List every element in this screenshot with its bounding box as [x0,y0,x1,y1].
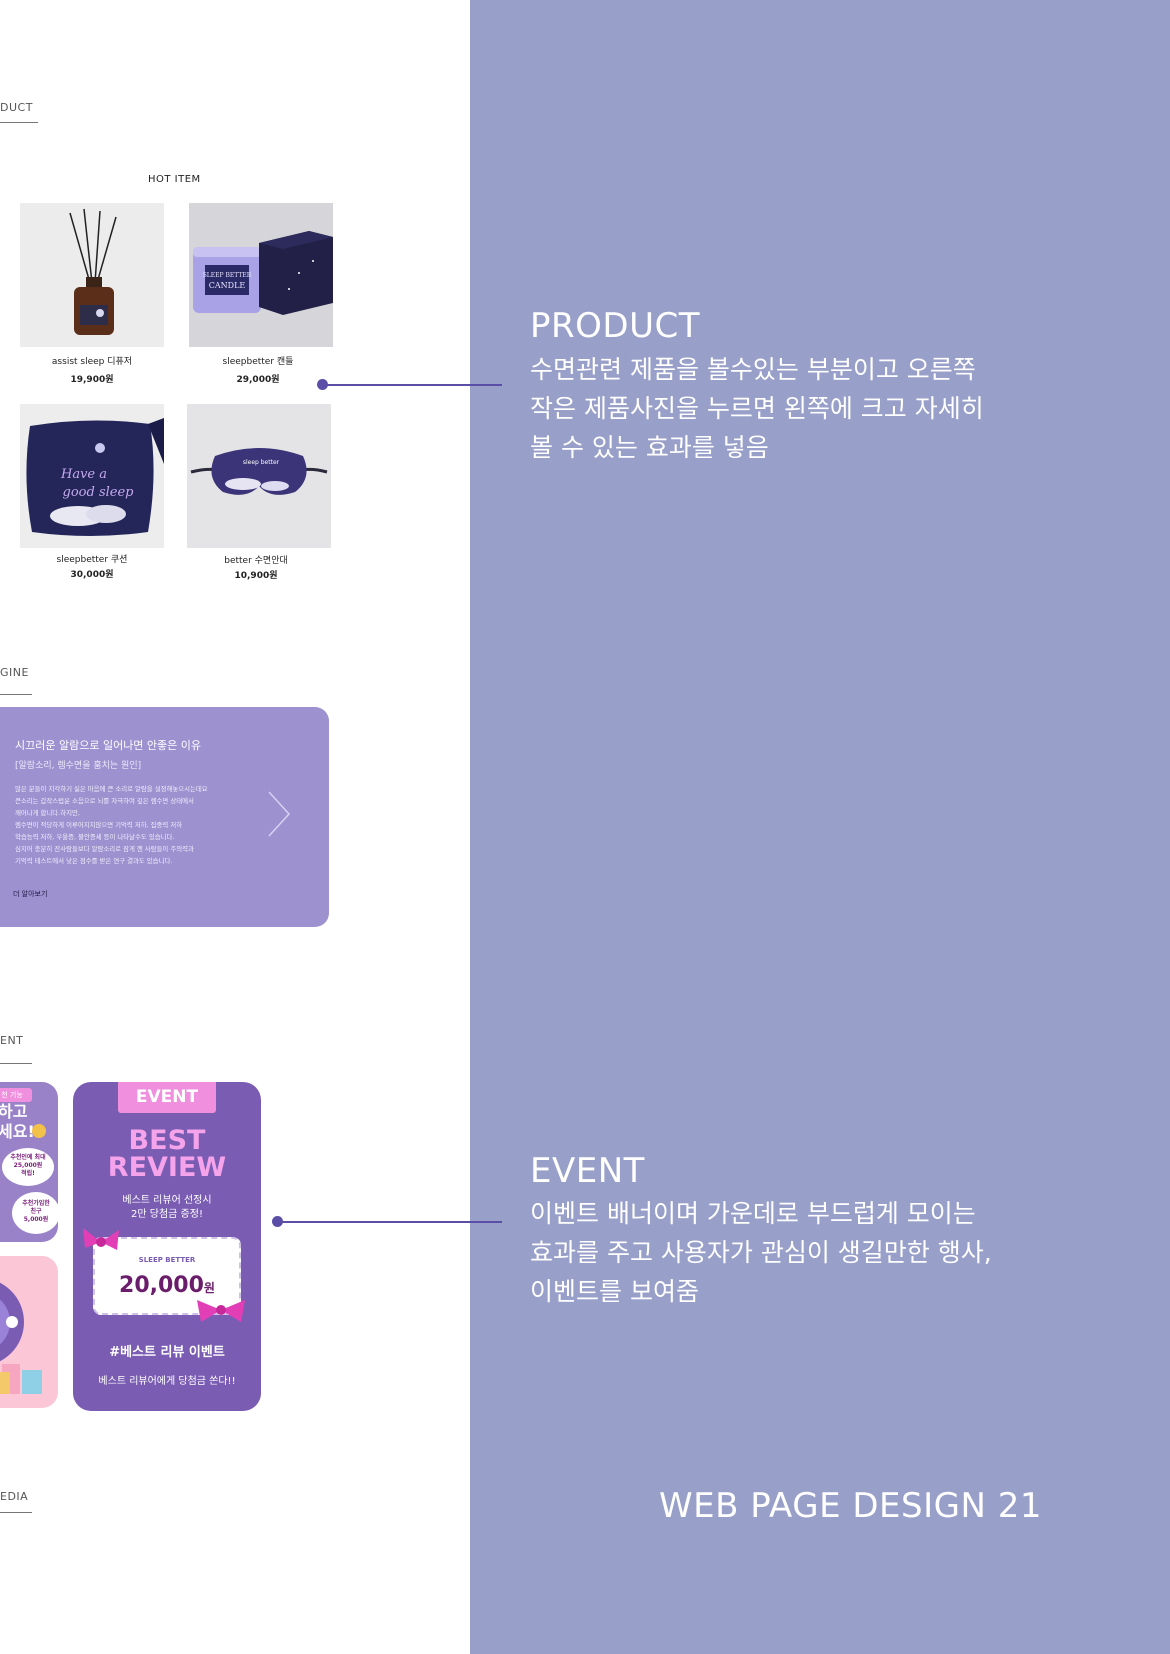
section-divider [0,1512,32,1513]
section-label-media: EDIA [0,1490,29,1503]
product-image-cushion[interactable]: Have a good sleep [20,404,164,548]
ribbon-icon [83,1228,119,1250]
section-label-event: ENT [0,1034,24,1047]
read-more-link[interactable]: 더 알아보기 [13,889,47,899]
product-description: 수면관련 제품을 볼수있는 부분이고 오른쪽 작은 제품사진을 누르면 왼쪽에 … [530,355,984,462]
magazine-card[interactable]: 시끄러운 알람으로 일어나면 안좋은 이유 [알람소리, 렘수면을 훔치는 원인… [0,707,329,927]
product-image-diffuser[interactable] [20,203,164,347]
event-hashtag: #베스트 리뷰 이벤트 [109,1345,225,1360]
roulette-illustration [0,1282,42,1394]
product-name[interactable]: better 수면안대 [176,553,336,566]
product-price: 29,000원 [236,375,280,385]
diffuser-illustration [69,208,117,335]
annotation-panel [470,0,1170,1654]
product-name[interactable]: assist sleep 디퓨저 [12,354,172,367]
event-footer: 베스트 리뷰어에게 당첨금 쏜다!! [98,1376,236,1387]
best-review-headline: BEST REVIEW [107,1125,227,1183]
magazine-body: 많은 분들이 지각하기 싫은 마음에 큰 소리로 알람을 설정해놓으시는데요 큰… [15,785,208,865]
event-banner-referral[interactable]: 천 기능 하고 세요! 추천인에 최대 25,000원 적립! 추천가입한 친구… [0,1082,58,1242]
sleep-mask-illustration: sleep better [190,448,328,495]
section-divider [0,694,32,695]
product-price: 19,900원 [70,375,114,385]
hot-item-title: HOT ITEM [148,174,201,185]
svg-text:CANDLE: CANDLE [209,281,246,290]
ribbon-icon [197,1300,245,1322]
product-heading: PRODUCT [530,306,700,346]
connector-line [323,384,502,386]
mask-brand: sleep better [243,459,280,466]
coupon-amount: 20,000원 [119,1273,215,1298]
product-price: 30,000원 [70,570,114,580]
section-label-product: DUCT [0,101,33,114]
event-tag: EVENT [118,1082,216,1113]
event-banner-roulette[interactable] [0,1256,58,1408]
candle-illustration: SLEEP BETTER CANDLE [193,231,333,315]
candle-label: SLEEP BETTER [203,272,252,279]
product-name[interactable]: sleepbetter 캔들 [178,354,338,367]
section-divider [0,1063,32,1064]
design-title: WEB PAGE DESIGN 21 [659,1486,1042,1526]
product-image-candle[interactable]: SLEEP BETTER CANDLE [189,203,333,347]
connector-line [278,1221,502,1223]
cushion-illustration: Have a good sleep [26,418,164,536]
event-heading: EVENT [530,1151,645,1191]
cushion-text: Have a [60,467,107,482]
page-mockup: DUCT HOT ITEM assist sleep 디퓨저 19,900원 S… [0,0,470,1654]
referral-badge: 추천인에 최대 25,000원 적립! [2,1148,54,1186]
referral-badge: 추천가입한 친구 5,000원 [12,1192,58,1234]
magazine-subtitle: [알람소리, 렘수면을 훔치는 원인] [15,761,142,771]
section-label-magazine: GINE [0,666,29,679]
product-price: 10,900원 [234,571,278,581]
svg-text:good sleep: good sleep [63,485,135,500]
chevron-right-icon[interactable] [266,789,292,839]
event-banner-best-review[interactable]: EVENT BEST REVIEW 베스트 리뷰어 선정시 2만 당첨금 증정!… [73,1082,261,1411]
event-description: 베스트 리뷰어 선정시 2만 당첨금 증정! [122,1195,212,1220]
magazine-title: 시끄러운 알람으로 일어나면 안좋은 이유 [15,739,202,752]
product-image-sleep-mask[interactable]: sleep better [187,404,331,548]
event-description-text: 이벤트 배너이며 가운데로 부드럽게 모이는 효과를 주고 사용자가 관심이 생… [530,1199,992,1306]
referral-tag: 천 기능 [0,1088,32,1102]
section-divider [0,122,38,123]
referral-headline: 하고 세요! [0,1102,35,1141]
coin-icon [32,1124,46,1138]
product-name[interactable]: sleepbetter 쿠션 [12,552,172,565]
